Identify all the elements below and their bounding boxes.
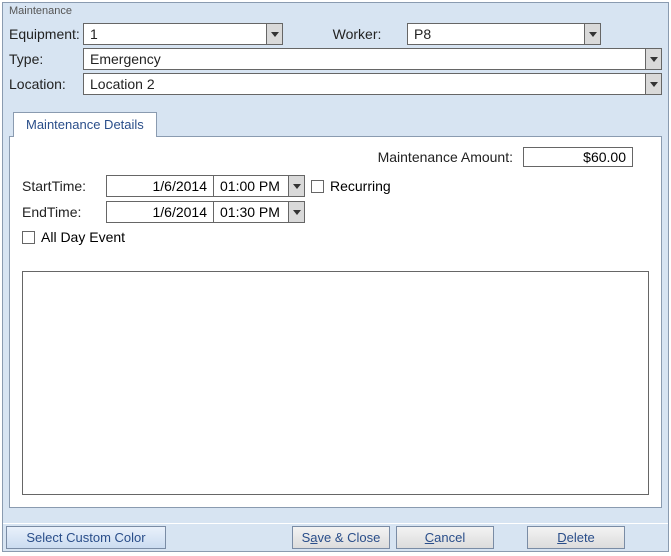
recurring-label: Recurring — [330, 178, 391, 194]
location-value: Location 2 — [84, 74, 645, 94]
type-value: Emergency — [84, 49, 645, 69]
tab-maintenance-details[interactable]: Maintenance Details — [13, 112, 157, 137]
end-time-value: 01:30 PM — [214, 202, 288, 222]
equipment-value: 1 — [84, 24, 266, 44]
amount-label: Maintenance Amount: — [378, 149, 513, 165]
footer-bar: Select Custom Color Save & Close Cancel … — [3, 523, 668, 551]
allday-checkbox[interactable]: All Day Event — [22, 229, 649, 245]
select-custom-color-button[interactable]: Select Custom Color — [6, 526, 166, 549]
chevron-down-icon[interactable] — [645, 74, 661, 94]
chevron-down-icon[interactable] — [645, 49, 661, 69]
maintenance-dialog: Maintenance Equipment: 1 Worker: P8 Type… — [2, 2, 669, 552]
recurring-checkbox[interactable]: Recurring — [311, 178, 391, 194]
start-date-input[interactable]: 1/6/2014 — [106, 175, 213, 197]
type-label: Type: — [9, 51, 83, 67]
chevron-down-icon[interactable] — [288, 202, 304, 222]
chevron-down-icon[interactable] — [584, 24, 600, 44]
start-date-value: 1/6/2014 — [107, 176, 213, 196]
details-panel: Maintenance Amount: $60.00 StartTime: 1/… — [9, 136, 662, 508]
window-title: Maintenance — [3, 3, 668, 20]
checkbox-icon — [311, 180, 324, 193]
end-date-value: 1/6/2014 — [107, 202, 213, 222]
start-time-input[interactable]: 01:00 PM — [213, 175, 305, 197]
allday-label: All Day Event — [41, 229, 125, 245]
cancel-button[interactable]: Cancel — [396, 526, 494, 549]
header-section: Equipment: 1 Worker: P8 Type: Emergency … — [3, 20, 668, 104]
delete-button[interactable]: Delete — [527, 526, 625, 549]
content-area: Maintenance Details Maintenance Amount: … — [9, 112, 662, 511]
end-time-input[interactable]: 01:30 PM — [213, 201, 305, 223]
location-combo[interactable]: Location 2 — [83, 73, 662, 95]
checkbox-icon — [22, 231, 35, 244]
starttime-label: StartTime: — [22, 178, 106, 194]
amount-input[interactable]: $60.00 — [523, 147, 633, 167]
worker-combo[interactable]: P8 — [407, 23, 601, 45]
notes-textarea[interactable] — [22, 271, 649, 495]
equipment-label: Equipment: — [9, 26, 83, 42]
save-close-button[interactable]: Save & Close — [292, 526, 390, 549]
chevron-down-icon[interactable] — [266, 24, 282, 44]
type-combo[interactable]: Emergency — [83, 48, 662, 70]
worker-value: P8 — [408, 24, 584, 44]
start-time-value: 01:00 PM — [214, 176, 288, 196]
chevron-down-icon[interactable] — [288, 176, 304, 196]
end-date-input[interactable]: 1/6/2014 — [106, 201, 213, 223]
equipment-combo[interactable]: 1 — [83, 23, 283, 45]
worker-label: Worker: — [307, 26, 407, 42]
location-label: Location: — [9, 76, 83, 92]
endtime-label: EndTime: — [22, 204, 106, 220]
